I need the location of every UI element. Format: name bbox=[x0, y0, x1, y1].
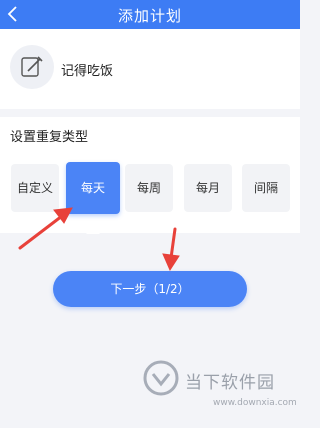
repeat-option-custom[interactable]: 自定义 bbox=[11, 164, 59, 212]
task-card: 记得吃饭 bbox=[0, 29, 300, 109]
repeat-type-card: 设置重复类型 自定义 每天 每周 每月 间隔 bbox=[0, 117, 300, 233]
annotation-arrow-down bbox=[162, 227, 180, 272]
watermark-url: www.downxia.com bbox=[213, 398, 297, 408]
downxia-logo-icon bbox=[143, 360, 179, 396]
repeat-option-weekly[interactable]: 每周 bbox=[125, 164, 173, 212]
app-header: 添加计划 bbox=[0, 0, 300, 29]
task-name: 记得吃饭 bbox=[61, 64, 114, 79]
pencil-edit-icon bbox=[21, 56, 43, 77]
repeat-option-interval[interactable]: 间隔 bbox=[242, 164, 290, 212]
repeat-option-daily[interactable]: 每天 bbox=[66, 162, 120, 214]
watermark-name: 当下软件园 bbox=[185, 373, 275, 393]
watermark: 当下软件园 www.downxia.com bbox=[143, 360, 299, 416]
repeat-type-label: 设置重复类型 bbox=[10, 130, 89, 145]
page-title: 添加计划 bbox=[117, 7, 182, 25]
repeat-option-monthly[interactable]: 每月 bbox=[184, 164, 232, 212]
selected-pointer bbox=[86, 227, 100, 234]
next-step-button[interactable]: 下一步（1/2） bbox=[53, 271, 247, 307]
task-icon-circle bbox=[10, 45, 54, 89]
